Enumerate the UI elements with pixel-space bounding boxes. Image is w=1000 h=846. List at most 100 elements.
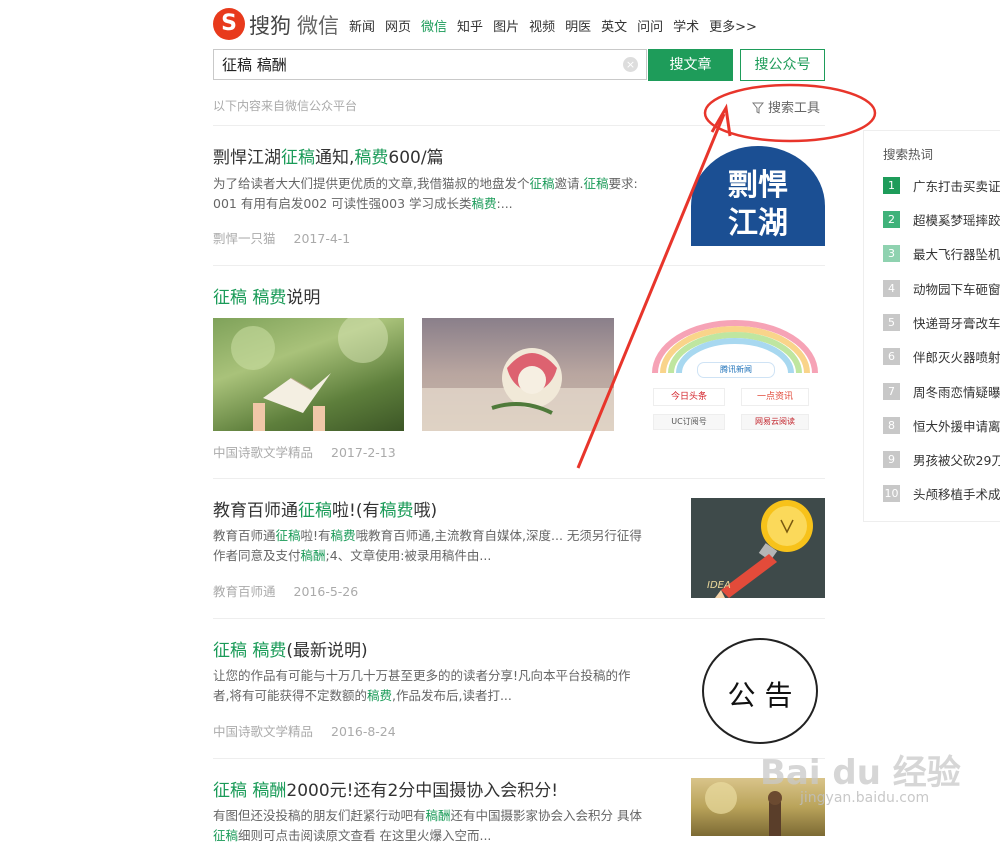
search-input[interactable] [214,50,620,78]
divider [213,478,825,479]
sogou-weixin-logo[interactable]: 搜狗 微信 [249,10,339,40]
hot-word-item[interactable]: 10 头颅移植手术成 [883,484,1000,504]
rank-badge: 2 [883,211,900,228]
news-badge: 一点资讯 [741,388,809,406]
title-highlight: 稿费 [252,288,287,308]
hot-word-item[interactable]: 7 周冬雨恋情疑曝 [883,382,1000,402]
hot-word-label: 头颅移植手术成 [913,487,1000,502]
title-highlight: 征稿 [298,501,332,521]
desc-text: 啦!有 [300,528,331,543]
title-highlight: 稿费 [379,501,414,521]
result-desc-1: 为了给读者大大们提供更优质的文章,我借猫叔的地盘发个征稿邀请.征稿要求: 001… [213,174,673,214]
result-title-1[interactable]: 剽悍江湖征稿通知,稿费600/篇 [213,143,444,168]
nav-item-more[interactable]: 更多>> [709,20,757,35]
nav-item-weixin[interactable]: 微信 [421,20,447,35]
hot-word-label: 最大飞行器坠机 [913,247,1000,262]
hot-word-item[interactable]: 9 男孩被父砍29刀 [883,450,1000,470]
result-desc-5: 有图但还没投稿的朋友们赶紧行动吧有稿酬还有中国摄影家协会入会积分 具体 征稿细则… [213,806,673,846]
thumb-text: 公 告 [727,679,793,712]
hot-word-item[interactable]: 3 最大飞行器坠机 [883,244,1000,264]
thumb-text: IDEA [707,580,731,591]
divider [213,618,825,619]
title-text: 2000元!还有2分中国摄协入会积分! [286,781,559,801]
result-meta-3: 教育百师通 2016-5-26 [213,581,358,600]
title-highlight: 征稿 [281,148,315,168]
desc-text: 有图但还没投稿的朋友们赶紧行动吧有 [213,808,426,823]
clear-icon[interactable]: × [623,57,638,72]
nav-item-scholar[interactable]: 学术 [673,20,699,35]
search-accounts-button[interactable]: 搜公众号 [740,49,825,81]
news-badge-tencent: 腾讯新闻 [697,362,775,378]
result-desc-3: 教育百师通征稿啦!有稿费哦教育百师通,主流教育自媒体,深度... 无须另行征得 … [213,526,673,566]
hot-word-item[interactable]: 8 恒大外援申请离 [883,416,1000,436]
desc-text: 哦教育百师通,主流教育自媒体,深度... 无须另行征得 [355,528,642,543]
title-text: 啦!(有 [332,501,380,521]
search-tools-button[interactable]: 搜索工具 [751,97,821,116]
title-text: 600/篇 [388,148,444,168]
nav-item-web[interactable]: 网页 [385,20,411,35]
desc-highlight: 征稿 [529,176,555,191]
thumb-text: 江湖 [728,206,788,241]
desc-text: 为了给读者大大们提供更优质的文章,我借猫叔的地盘发个 [213,176,530,191]
result-thumbnail-1[interactable]: 剽悍 江湖 [691,146,825,246]
search-tools-label: 搜索工具 [768,101,821,116]
hot-word-item[interactable]: 4 动物园下车砸窗 [883,279,1000,299]
source-note: 以下内容来自微信公众平台 [213,99,358,113]
book-photo-icon [231,318,388,431]
desc-text: 001 有用有启发002 可读性强003 学习成长类 [213,196,472,211]
result-thumbnail-3[interactable]: IDEA [691,498,825,598]
hot-word-label: 伴郎灭火器喷射 [913,350,1000,365]
rank-badge: 5 [883,314,900,331]
news-badge: 今日头条 [653,388,725,406]
result-author[interactable]: 中国诗歌文学精品 [213,445,313,460]
sogou-logo-icon[interactable]: S [213,8,245,40]
top-nav: 新闻 网页 微信 知乎 图片 视频 明医 英文 问问 学术 更多>> [349,16,767,35]
result-meta-1: 剽悍一只猫 2017-4-1 [213,228,350,247]
result-title-3[interactable]: 教育百师通征稿啦!(有稿费哦) [213,496,437,521]
search-articles-button[interactable]: 搜文章 [648,49,733,81]
rank-badge: 6 [883,348,900,365]
nav-item-zhihu[interactable]: 知乎 [457,20,483,35]
divider [213,125,825,126]
title-text: 说明 [286,288,321,308]
nav-item-wenwen[interactable]: 问问 [637,20,663,35]
result-title-2[interactable]: 征稿 稿费说明 [213,283,320,308]
rank-badge: 9 [883,451,900,468]
result-author[interactable]: 剽悍一只猫 [213,231,276,246]
result-author[interactable]: 中国诗歌文学精品 [213,724,313,739]
nav-item-video[interactable]: 视频 [529,20,555,35]
hot-word-item[interactable]: 2 超模奚梦瑶摔跤 [883,210,1000,230]
rose-photo-icon [422,348,614,431]
result-image-rose[interactable] [422,318,614,431]
result-thumbnail-4[interactable]: 公 告 [700,636,820,746]
nav-item-mingyi[interactable]: 明医 [565,20,591,35]
result-image-news-platforms[interactable]: 腾讯新闻 今日头条 一点资讯 UC订阅号 网易云阅读 [645,318,825,431]
rank-badge: 3 [883,245,900,262]
desc-text: 教育百师通 [213,528,276,543]
nav-item-english[interactable]: 英文 [601,20,627,35]
result-image-book[interactable] [213,318,404,431]
title-text: 剽悍江湖 [213,148,281,168]
desc-highlight: 征稿 [275,528,301,543]
result-date: 2017-4-1 [293,231,351,246]
title-highlight: 征稿 [213,288,247,308]
hot-word-item[interactable]: 1 广东打击买卖证 [883,176,1000,196]
result-title-5[interactable]: 征稿 稿酬2000元!还有2分中国摄协入会积分! [213,776,558,801]
desc-highlight: 征稿 [583,176,609,191]
result-date: 2016-8-24 [331,724,396,739]
rank-badge: 7 [883,383,900,400]
nav-item-news[interactable]: 新闻 [349,20,375,35]
result-author[interactable]: 教育百师通 [213,584,276,599]
nav-item-images[interactable]: 图片 [493,20,519,35]
hot-word-item[interactable]: 6 伴郎灭火器喷射 [883,347,1000,367]
desc-text: ;4、文章使用:被录用稿件由... [325,548,492,563]
logo-sougou-text: 搜狗 [249,14,291,38]
result-title-4[interactable]: 征稿 稿费(最新说明) [213,636,368,661]
divider [213,758,825,759]
title-highlight: 稿费 [354,148,389,168]
rank-badge: 1 [883,177,900,194]
title-text: 通知, [315,148,355,168]
result-date: 2016-5-26 [293,584,359,599]
watermark-url: jingyan.baidu.com [800,790,930,806]
hot-word-item[interactable]: 5 快递哥牙膏改车 [883,313,1000,333]
